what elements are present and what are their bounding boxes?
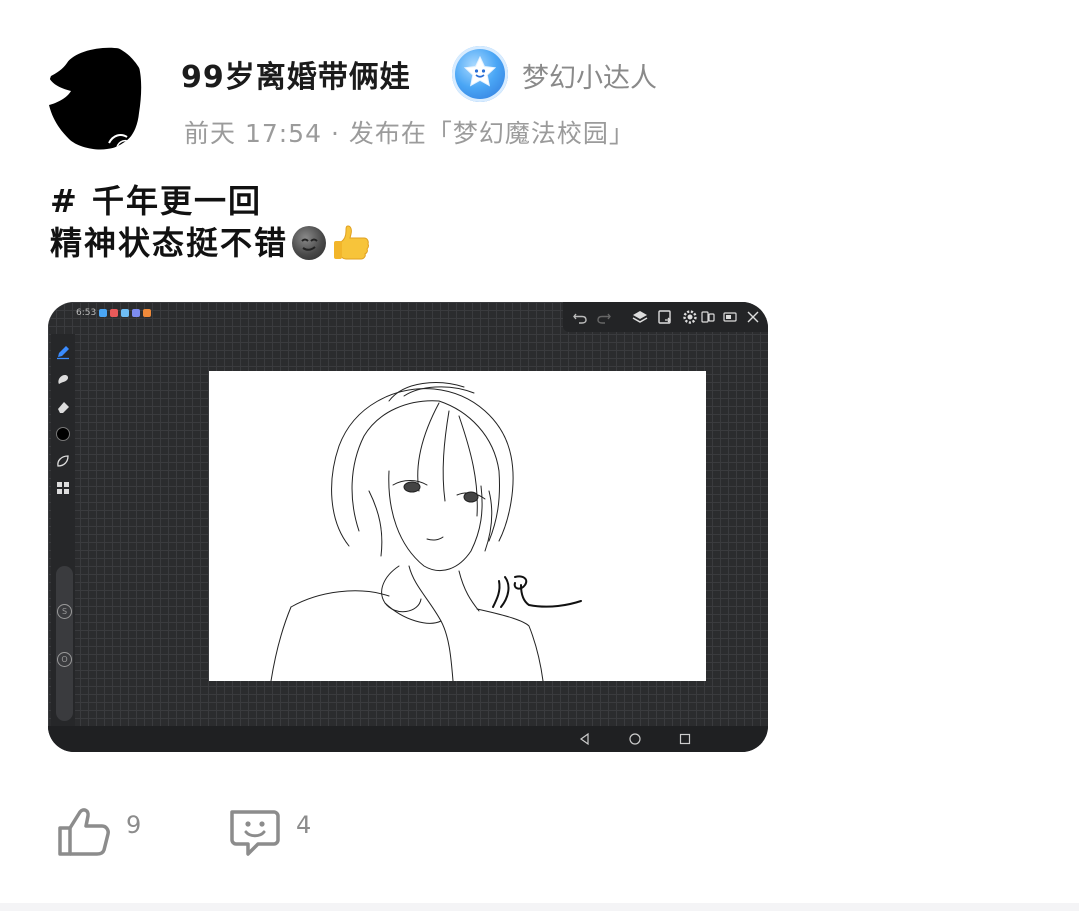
comment-smile-icon (230, 810, 280, 856)
close-icon[interactable] (744, 308, 762, 326)
tablet-status-bar: 6:53 (76, 308, 152, 318)
thumbs-up-icon (58, 808, 110, 856)
star-badge-icon[interactable] (452, 46, 508, 102)
status-app-icon (99, 309, 108, 317)
eraser-tool-icon[interactable] (55, 399, 71, 415)
tablet-status-time: 6:53 (76, 308, 97, 318)
grid-tools-icon[interactable] (55, 480, 71, 496)
like-button[interactable]: 9 (56, 806, 141, 858)
layers-icon[interactable] (631, 308, 649, 326)
brush-size-slider[interactable]: S O (56, 566, 73, 721)
undo-icon[interactable] (571, 308, 589, 326)
opacity-slider-knob[interactable]: O (57, 652, 72, 667)
post-text-line-2: 精神状态挺不错 (50, 224, 289, 262)
nav-recents-icon[interactable] (678, 732, 692, 746)
avatar-silhouette-icon (49, 47, 142, 150)
status-app-icon (143, 309, 152, 317)
avatar[interactable] (47, 43, 147, 151)
size-slider-knob[interactable]: S (57, 604, 72, 619)
lasso-tool-icon[interactable] (55, 453, 71, 469)
status-app-icon (132, 309, 141, 317)
comment-count: 4 (296, 811, 312, 839)
post-content: # 千年更一回 精神状态挺不错 (50, 180, 372, 272)
post-text-line-1: # 千年更一回 (50, 182, 262, 220)
smudge-tool-icon[interactable] (55, 372, 71, 388)
character-sketch-drawing (270, 382, 582, 682)
screen-record-icon[interactable] (699, 308, 717, 326)
color-picker-icon[interactable] (55, 426, 71, 442)
divider (0, 903, 1079, 911)
post-image-drawing-app-screenshot[interactable]: 6:53 S O (48, 302, 768, 752)
fullscreen-icon[interactable] (721, 308, 739, 326)
settings-gear-icon[interactable] (681, 308, 699, 326)
drawing-top-toolbar (563, 302, 768, 332)
nav-back-icon[interactable] (578, 732, 592, 746)
status-app-icon (110, 309, 119, 317)
username[interactable]: 99岁离婚带俩娃 (181, 52, 411, 96)
tablet-nav-bar (48, 726, 768, 752)
status-app-icon (121, 309, 130, 317)
post-meta[interactable]: 前天 17:54 · 发布在「梦幻魔法校园」 (184, 114, 635, 150)
drawing-left-toolbar: S O (51, 334, 75, 729)
badge-label[interactable]: 梦幻小达人 (522, 56, 657, 95)
like-count: 9 (126, 811, 142, 839)
nav-home-icon[interactable] (628, 732, 642, 746)
post-text-line-2-wrap: 精神状态挺不错 (50, 222, 372, 272)
export-icon[interactable] (656, 308, 674, 326)
drawing-canvas[interactable] (209, 371, 706, 682)
thumbs-up-emoji-icon (332, 222, 372, 272)
redo-icon[interactable] (595, 308, 613, 326)
pen-tool-icon[interactable] (55, 344, 71, 360)
comment-button[interactable]: 4 (226, 806, 311, 858)
moon-face-emoji-icon (292, 226, 327, 260)
